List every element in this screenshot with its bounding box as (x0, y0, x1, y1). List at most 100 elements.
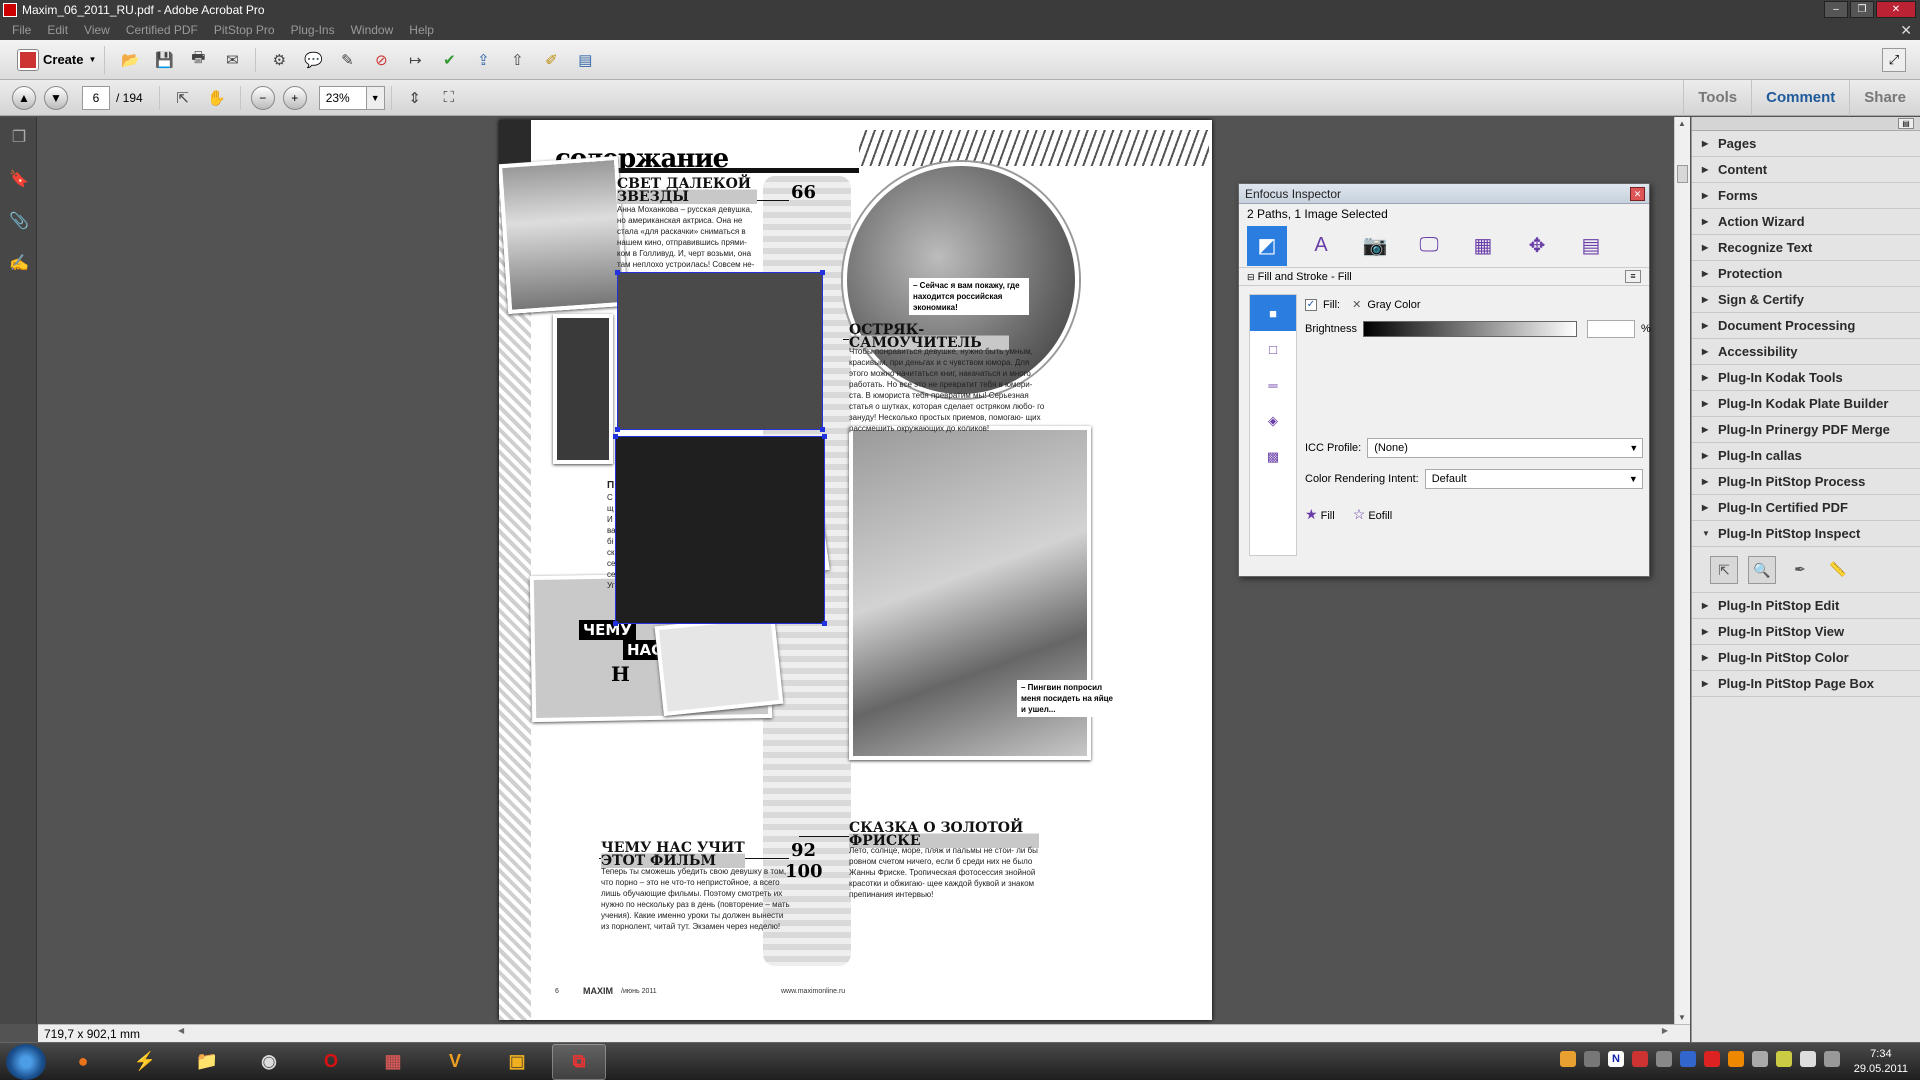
tab-comment[interactable]: Comment (1751, 80, 1849, 116)
close-document-icon[interactable]: ✕ (1900, 22, 1912, 39)
bookmarks-icon[interactable]: 🔖 (8, 169, 30, 191)
fill-mode-button[interactable]: ★ Fill (1305, 506, 1335, 523)
panel-item-pitstop-color[interactable]: ▶ Plug-In PitStop Color (1692, 645, 1920, 671)
selected-path[interactable] (613, 434, 827, 626)
calculator-taskbar-icon[interactable]: ▦ (366, 1044, 420, 1080)
monitor-tab-icon[interactable]: 🖵 (1409, 226, 1449, 266)
panel-item-kodak-plate-builder[interactable]: ▶ Plug-In Kodak Plate Builder (1692, 391, 1920, 417)
close-window-button[interactable]: ✕ (1876, 1, 1916, 18)
highlight-icon[interactable]: ✎ (335, 48, 359, 72)
zoom-in-button[interactable]: + (282, 85, 307, 110)
pdf-page[interactable]: содержание 66 92 100 ЧЕМУ НАС Н – Сейчас… (499, 120, 1212, 1020)
line-style-subtab-icon[interactable]: ═ (1250, 367, 1296, 403)
next-page-button[interactable]: ▼ (44, 85, 68, 110)
position-tab-icon[interactable]: ✥ (1517, 226, 1557, 266)
settings-icon[interactable]: ⚙ (267, 48, 291, 72)
panel-item-recognize-text[interactable]: ▶ Recognize Text (1692, 235, 1920, 261)
pitstop-import-icon[interactable]: ⇧ (505, 48, 529, 72)
tray-antivirus-icon[interactable] (1632, 1051, 1648, 1067)
pitstop-delete-icon[interactable]: ⊘ (369, 48, 393, 72)
panel-item-document-processing[interactable]: ▶ Document Processing (1692, 313, 1920, 339)
close-inspector-button[interactable]: ✕ (1630, 187, 1645, 201)
print-icon[interactable]: 🖶 (186, 48, 210, 72)
start-button[interactable] (6, 1043, 46, 1080)
vertical-scrollbar[interactable]: ▲ ▼ (1674, 117, 1690, 1024)
panel-item-callas[interactable]: ▶ Plug-In callas (1692, 443, 1920, 469)
panel-item-forms[interactable]: ▶ Forms (1692, 183, 1920, 209)
fill-color-type[interactable]: Gray Color (1367, 299, 1420, 311)
fill-checkbox[interactable]: ✓ (1305, 298, 1317, 311)
attachments-icon[interactable]: 📎 (8, 211, 30, 233)
panel-item-certified-pdf[interactable]: ▶ Plug-In Certified PDF (1692, 495, 1920, 521)
page-number-input[interactable]: 6 (82, 85, 110, 110)
tab-tools[interactable]: Tools (1683, 80, 1751, 116)
tray-folder-icon[interactable] (1560, 1051, 1576, 1067)
panel-options-icon[interactable]: ▤ (1898, 118, 1914, 129)
brightness-slider[interactable] (1362, 321, 1577, 337)
menu-window[interactable]: Window (343, 23, 402, 37)
system-clock[interactable]: 7:34 29.05.2011 (1854, 1047, 1908, 1077)
pitstop-action-icon[interactable]: ↦ (403, 48, 427, 72)
menu-certified-pdf[interactable]: Certified PDF (118, 23, 206, 37)
panel-item-sign-certify[interactable]: ▶ Sign & Certify (1692, 287, 1920, 313)
pitstop-report-icon[interactable]: ▤ (573, 48, 597, 72)
collapse-icon[interactable]: ⊟ (1247, 272, 1255, 282)
select-objects-tool-icon[interactable]: ⇱ (1710, 555, 1738, 584)
pages-panel-icon[interactable]: ❐ (8, 127, 30, 149)
tray-flag-icon[interactable] (1824, 1051, 1840, 1067)
menu-pitstop-pro[interactable]: PitStop Pro (206, 23, 283, 37)
scroll-up-icon[interactable]: ▲ (1678, 119, 1686, 128)
tray-info-icon[interactable] (1680, 1051, 1696, 1067)
scroll-left-icon[interactable]: ◀ (178, 1026, 184, 1035)
comment-icon[interactable]: 💬 (301, 48, 325, 72)
menu-plug-ins[interactable]: Plug-Ins (283, 23, 343, 37)
scroll-right-icon[interactable]: ▶ (1662, 1026, 1668, 1035)
tray-update-icon[interactable] (1728, 1051, 1744, 1067)
properties-tab-icon[interactable]: ▤ (1571, 226, 1611, 266)
volume-icon[interactable] (1800, 1051, 1816, 1067)
utility-taskbar-icon[interactable]: ⚡ (118, 1044, 172, 1080)
panel-item-protection[interactable]: ▶ Protection (1692, 261, 1920, 287)
overprint-subtab-icon[interactable]: ◈ (1250, 403, 1296, 439)
menu-edit[interactable]: Edit (39, 23, 76, 37)
rendering-intent-select[interactable]: Default ▼ (1424, 469, 1643, 489)
inspect-tool-icon[interactable]: 🔍 (1748, 555, 1776, 584)
horizontal-scrollbar[interactable]: ◀ ▶ (178, 1026, 1668, 1039)
tray-opera-icon[interactable] (1704, 1051, 1720, 1067)
v-app-taskbar-icon[interactable]: V (428, 1044, 482, 1080)
eyedropper-tool-icon[interactable]: ✒ (1786, 556, 1814, 584)
tray-device-icon[interactable] (1584, 1051, 1600, 1067)
image-tab-icon[interactable]: 📷 (1355, 226, 1395, 266)
panel-item-pitstop-inspect[interactable]: ▼ Plug-In PitStop Inspect (1692, 521, 1920, 547)
open-folder-icon[interactable]: 📂 (118, 48, 142, 72)
acrobat-taskbar-icon[interactable]: ⧉ (552, 1043, 606, 1080)
measure-tool-icon[interactable]: 📏 (1824, 556, 1852, 584)
color-tab-icon[interactable]: ▦ (1463, 226, 1503, 266)
zoom-dropdown-icon[interactable]: ▼ (366, 85, 385, 110)
selected-path[interactable] (615, 270, 825, 432)
explorer-taskbar-icon[interactable]: 📁 (180, 1044, 234, 1080)
menu-help[interactable]: Help (401, 23, 442, 37)
window-manager-taskbar-icon[interactable]: ▣ (490, 1044, 544, 1080)
section-menu-icon[interactable]: ≡ (1625, 270, 1641, 283)
panel-item-accessibility[interactable]: ▶ Accessibility (1692, 339, 1920, 365)
enfocus-inspector-window[interactable]: Enfocus Inspector ✕ 2 Paths, 1 Image Sel… (1238, 183, 1651, 577)
panel-item-action-wizard[interactable]: ▶ Action Wizard (1692, 209, 1920, 235)
panel-item-pitstop-view[interactable]: ▶ Plug-In PitStop View (1692, 619, 1920, 645)
panel-item-pitstop-process[interactable]: ▶ Plug-In PitStop Process (1692, 469, 1920, 495)
pitstop-edit-icon[interactable]: ✐ (539, 48, 563, 72)
scrollbar-thumb[interactable] (1677, 165, 1688, 183)
text-tab-icon[interactable]: A (1301, 226, 1341, 266)
create-button[interactable]: Create ▼ (10, 45, 106, 74)
fill-stroke-tab-icon[interactable]: ◩ (1247, 225, 1287, 266)
tray-power-icon[interactable] (1776, 1051, 1792, 1067)
hand-tool-icon[interactable]: ✋ (205, 86, 229, 110)
antivirus-taskbar-icon[interactable]: ◉ (242, 1044, 296, 1080)
firefox-taskbar-icon[interactable]: ● (56, 1044, 110, 1080)
minimize-button[interactable]: – (1824, 1, 1848, 18)
save-icon[interactable]: 💾 (152, 48, 176, 72)
zoom-out-button[interactable]: − (250, 85, 275, 110)
opera-taskbar-icon[interactable]: O (304, 1044, 358, 1080)
pitstop-export-icon[interactable]: ⇪ (471, 48, 495, 72)
fill-subtab-icon[interactable]: ■ (1250, 295, 1296, 331)
